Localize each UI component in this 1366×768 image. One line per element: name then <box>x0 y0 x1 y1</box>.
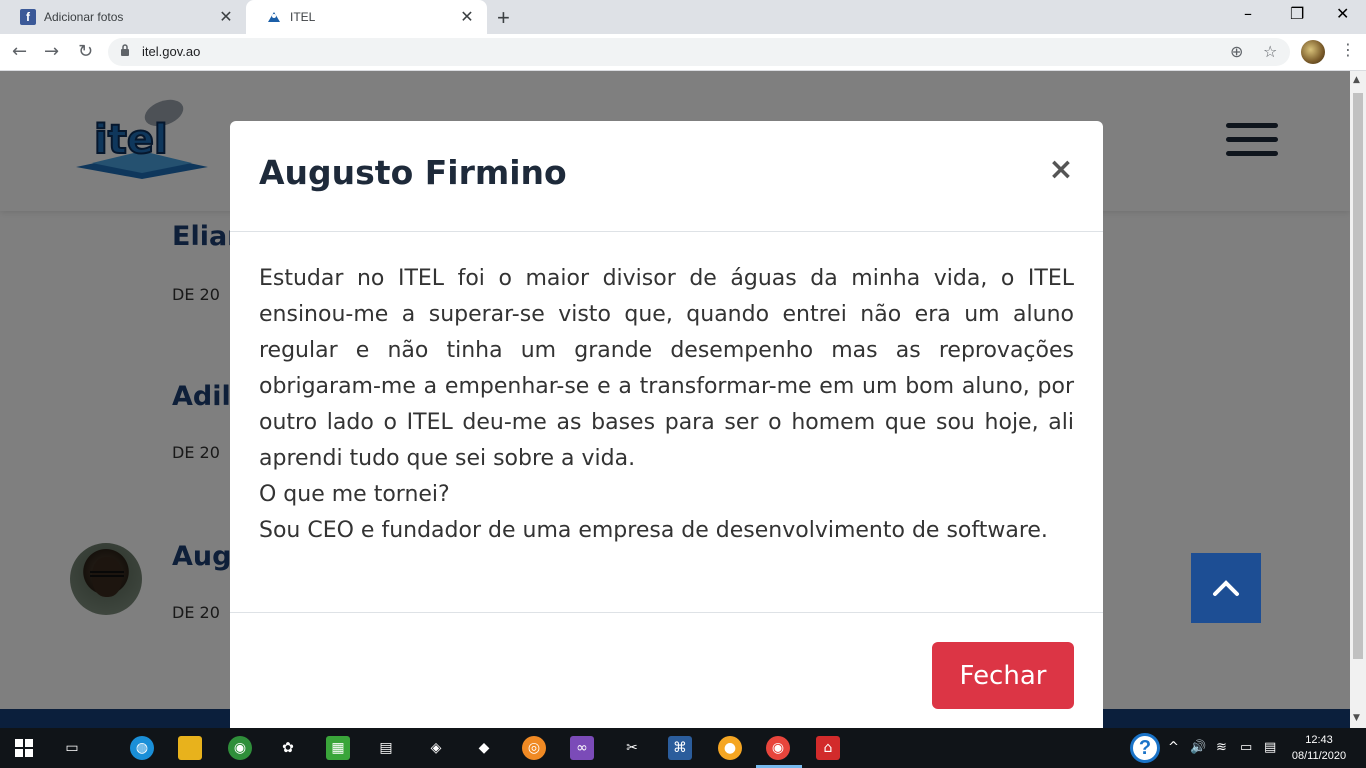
battery-icon[interactable]: ▭ <box>1240 740 1252 755</box>
restore-icon[interactable]: ❐ <box>1290 4 1304 23</box>
forward-arrow-icon[interactable]: → <box>44 41 59 62</box>
fechar-button[interactable]: Fechar <box>932 642 1074 709</box>
tab-close-icon[interactable]: ✕ <box>218 7 234 27</box>
scroll-down-icon[interactable]: ▼ <box>1353 713 1360 723</box>
blender-icon[interactable]: ◎ <box>522 736 546 760</box>
tripadvisor-icon[interactable]: ◉ <box>228 736 252 760</box>
itel-icon <box>266 9 282 25</box>
help-icon[interactable]: ? <box>1130 733 1160 763</box>
scroll-thumb[interactable] <box>1353 93 1363 659</box>
system-clock[interactable]: 12:43 08/11/2020 <box>1288 732 1350 764</box>
testimonial-text: Sou CEO e fundador de uma empresa de des… <box>259 518 1048 543</box>
file-explorer-icon[interactable] <box>178 736 202 760</box>
tab-title: ITEL <box>290 10 316 24</box>
testimonial-text: O que me tornei? <box>259 482 450 507</box>
clock-date: 08/11/2020 <box>1291 750 1347 762</box>
tab-close-icon[interactable]: ✕ <box>459 7 475 27</box>
notification-icon[interactable]: ▤ <box>1264 740 1276 755</box>
address-bar[interactable]: itel.gov.ao ⊕ ☆ <box>108 38 1290 66</box>
tab-title: Adicionar fotos <box>44 10 124 24</box>
volume-icon[interactable]: 🔊 <box>1190 740 1206 755</box>
modal-body: Estudar no ITEL foi o maior divisor de á… <box>259 261 1074 549</box>
tab-strip: f Adicionar fotos ✕ ITEL ✕ + – ❐ ✕ <box>0 0 1366 34</box>
browser-toolbar: ← → ↻ itel.gov.ao ⊕ ☆ ⋮ <box>0 34 1366 71</box>
chevron-up-icon <box>1213 580 1239 596</box>
testimonial-modal: Augusto Firmino × Estudar no ITEL foi o … <box>230 121 1103 741</box>
tab-adicionar-fotos[interactable]: f Adicionar fotos ✕ <box>0 0 246 34</box>
clock-time: 12:43 <box>1305 734 1333 746</box>
tab-itel[interactable]: ITEL ✕ <box>246 0 487 34</box>
close-icon[interactable]: × <box>1048 155 1074 185</box>
url-text: itel.gov.ao <box>142 44 201 59</box>
shield-browser-icon[interactable]: ● <box>718 736 742 760</box>
chrome-icon[interactable]: ◉ <box>766 736 790 760</box>
window-close-icon[interactable]: ✕ <box>1336 4 1349 23</box>
windows-start-icon[interactable] <box>12 736 36 760</box>
zoom-icon[interactable]: ⊕ <box>1230 42 1243 61</box>
mysql-icon[interactable]: ⌘ <box>668 736 692 760</box>
globe-icon[interactable]: ◍ <box>130 736 154 760</box>
lock-icon <box>121 44 129 56</box>
kebab-menu-icon[interactable]: ⋮ <box>1340 40 1356 59</box>
reload-icon[interactable]: ↻ <box>78 41 93 62</box>
bookmark-star-icon[interactable]: ☆ <box>1263 42 1277 61</box>
inkscape-icon[interactable]: ◆ <box>472 736 496 760</box>
modal-footer: Fechar <box>230 612 1103 741</box>
paint-icon[interactable]: ✿ <box>276 736 300 760</box>
modal-header: Augusto Firmino × <box>230 121 1103 232</box>
firewall-icon[interactable]: ▤ <box>374 736 398 760</box>
show-hidden-icons-icon[interactable]: ^ <box>1168 740 1179 755</box>
task-view-icon[interactable]: ▭ <box>60 736 84 760</box>
wifi-icon[interactable]: ≋ <box>1216 740 1227 755</box>
visual-studio-icon[interactable]: ∞ <box>570 736 594 760</box>
modal-title: Augusto Firmino <box>259 153 567 192</box>
page-scrollbar[interactable]: ▲ ▼ <box>1350 71 1366 728</box>
profile-avatar[interactable] <box>1301 40 1325 64</box>
android-icon[interactable]: ▦ <box>326 736 350 760</box>
testimonial-text: Estudar no ITEL foi o maior divisor de á… <box>259 266 1074 471</box>
scroll-up-icon[interactable]: ▲ <box>1353 75 1360 85</box>
back-to-top-button[interactable] <box>1191 553 1261 623</box>
minimize-icon[interactable]: – <box>1244 4 1252 23</box>
new-tab-icon[interactable]: + <box>497 5 510 31</box>
back-arrow-icon[interactable]: ← <box>12 41 27 62</box>
unity-icon[interactable]: ◈ <box>424 736 448 760</box>
pdf-reader-icon[interactable]: ⌂ <box>816 736 840 760</box>
facebook-icon: f <box>20 9 36 25</box>
windows-taskbar: ▭ ◍ ◉ ✿ ▦ ▤ ◈ ◆ ◎ ∞ ✂ ⌘ ● ◉ ⌂ ? ^ 🔊 ≋ ▭ … <box>0 728 1366 768</box>
tools-icon[interactable]: ✂ <box>620 736 644 760</box>
